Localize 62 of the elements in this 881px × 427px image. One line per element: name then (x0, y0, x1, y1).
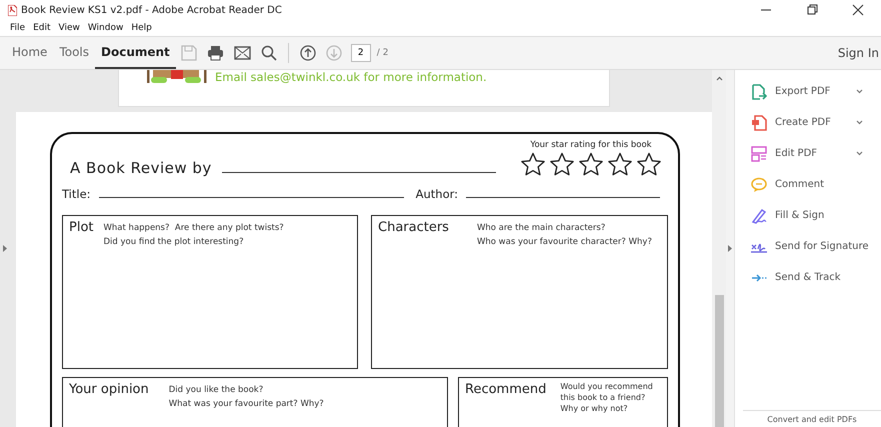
star-icon[interactable] (578, 152, 604, 177)
menu-item[interactable]: Help (131, 23, 152, 33)
building-drawing (147, 70, 207, 84)
tool-label: Create PDF (775, 117, 831, 128)
tool-label: Send for Signature (775, 241, 869, 252)
tool-item[interactable]: Send for Signature (735, 231, 881, 262)
author-label: Author: (416, 187, 458, 201)
tool-item[interactable]: Send & Track (735, 262, 881, 293)
star-icon[interactable] (607, 152, 633, 177)
section-prompt: Would you recommend (560, 382, 653, 391)
tool-item[interactable]: Comment (735, 169, 881, 200)
scrollbar-thumb[interactable] (714, 295, 724, 427)
tool-label: Send & Track (775, 272, 841, 283)
envelope-icon[interactable] (234, 46, 251, 60)
tool-label: Export PDF (775, 86, 830, 97)
section-prompt: this book to a friend? (560, 393, 646, 402)
tool-label: Fill & Sign (775, 210, 824, 221)
title-label: Title: (62, 187, 91, 201)
section-prompt: Who was your favourite character? Why? (476, 237, 652, 247)
tool-item[interactable]: Edit PDF (735, 138, 881, 169)
tool-item[interactable]: Export PDF (735, 76, 881, 107)
pane-footer-text: Convert and edit PDFs (743, 410, 881, 427)
menu-item[interactable]: File (10, 23, 26, 33)
page-number-field[interactable]: 2 (350, 44, 371, 62)
section-title: Plot (69, 220, 94, 235)
chevron-down-icon[interactable] (856, 120, 863, 125)
tool-item[interactable]: Create PDF (735, 107, 881, 138)
section-prompt: What happens? Are there any plot twists? (104, 223, 284, 233)
menu-item[interactable]: View (58, 23, 80, 33)
tab[interactable]: Tools (53, 37, 95, 69)
search-icon[interactable] (260, 45, 277, 61)
menu-item[interactable]: Edit (33, 23, 50, 33)
section-prompt: Who are the main characters? (476, 223, 606, 233)
section-title: Recommend (465, 382, 546, 397)
tab[interactable]: Home (6, 37, 54, 69)
tool-label: Comment (775, 179, 824, 190)
arrow-up-circle-icon[interactable] (300, 45, 316, 61)
pdf-file-icon (8, 4, 17, 16)
chevron-down-icon[interactable] (856, 89, 863, 94)
star-rating-prompt: Your star rating for this book (530, 140, 652, 150)
window-title: Book Review KS1 v2.pdf - Adobe Acrobat Reader DC (21, 4, 282, 16)
section-prompt: Did you find the plot interesting? (104, 237, 245, 247)
tool-item[interactable]: Fill & Sign (735, 200, 881, 231)
star-icon[interactable] (636, 152, 662, 177)
expand-left-icon[interactable] (3, 245, 7, 252)
scroll-up-icon[interactable] (716, 76, 722, 81)
page-total: / 2 (376, 48, 388, 58)
chevron-down-icon[interactable] (856, 151, 863, 156)
star-icon[interactable] (520, 152, 546, 177)
print-icon[interactable] (206, 45, 224, 61)
section-prompt: Why or why not? (560, 404, 629, 413)
section-title: Your opinion (69, 382, 149, 397)
sign-in-link[interactable]: Sign In (838, 46, 879, 60)
email-info-text: Email sales@twinkl.co.uk for more information. (215, 70, 487, 84)
section-prompt: What was your favourite part? Why? (168, 399, 324, 409)
review-heading: A Book Review by (70, 159, 212, 177)
menu-item[interactable]: Window (88, 23, 124, 33)
star-icon[interactable] (549, 152, 575, 177)
section-prompt: Did you like the book? (168, 385, 264, 395)
expand-right-icon[interactable] (728, 245, 732, 252)
section-title: Characters (378, 220, 449, 235)
tool-label: Edit PDF (775, 148, 818, 159)
